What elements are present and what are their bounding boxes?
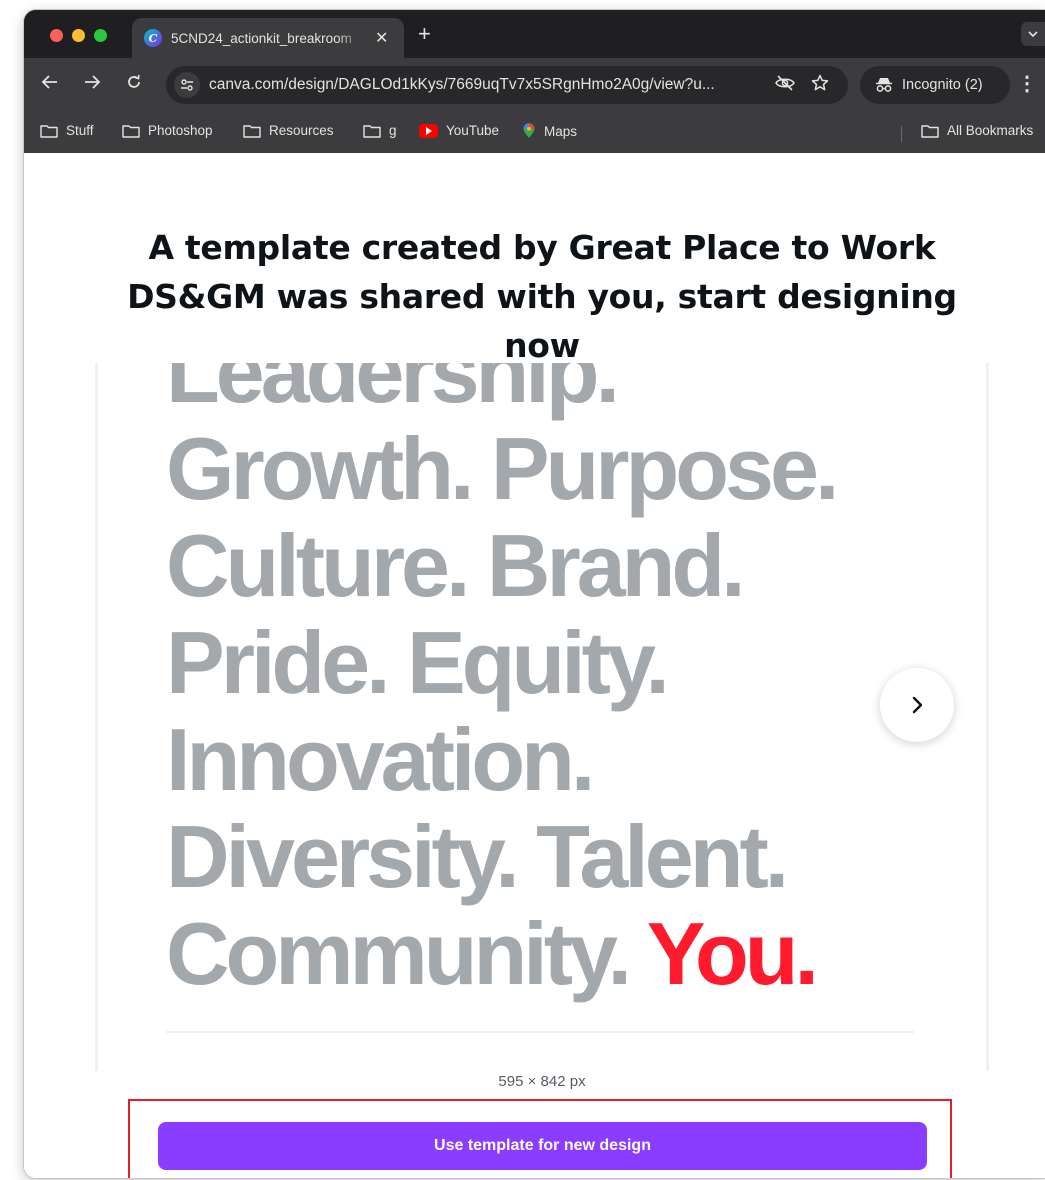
tab-close-icon[interactable]: ✕ [375,28,388,48]
maps-pin-icon [523,123,535,138]
next-page-button[interactable] [880,668,954,742]
new-tab-button[interactable]: + [418,23,431,45]
bookmark-maps[interactable]: Maps [522,123,577,139]
incognito-icon [876,78,892,92]
site-info-button[interactable] [174,72,200,98]
folder-icon [122,124,140,138]
tab-title: 5CND24_actionkit_breakroom [171,30,352,46]
bookmark-label: g [389,123,397,138]
bookmark-label: Photoshop [148,123,213,138]
poster-line: Diversity. Talent. [166,807,789,906]
kebab-menu-icon[interactable]: ⋮ [1017,74,1037,94]
bookmark-resources[interactable]: Resources [243,123,334,138]
address-bar[interactable]: canva.com/design/DAGLOd1kKys/7669uqTv7x5… [166,66,848,104]
tune-icon [181,79,193,91]
folder-icon [243,124,261,138]
poster-line: Pride. Equity. [166,613,670,712]
minimize-window-button[interactable] [72,29,85,42]
star-icon[interactable] [811,74,829,97]
bookmarks-bar: Stuff Photoshop Resources g YouTube Maps [24,114,1045,153]
use-template-button[interactable]: Use template for new design [158,1122,927,1170]
poster-divider [166,1031,914,1033]
back-button[interactable] [38,74,62,96]
arrow-right-icon [85,75,101,89]
browser-window: C 5CND24_actionkit_breakroom ✕ + canva.c… [24,10,1045,1178]
tab-search-button[interactable] [1021,22,1045,46]
reload-icon [128,74,140,88]
poster-accent-text: You. [646,904,819,1003]
page-content: A template created by Great Place to Wor… [24,153,1045,1178]
poster-line-prefix: Community. [166,904,647,1003]
eye-off-icon[interactable] [775,74,795,96]
bookmark-label: YouTube [446,123,500,138]
poster-line-last: Community. You. [166,905,926,1002]
url-text[interactable]: canva.com/design/DAGLOd1kKys/7669uqTv7x5… [209,76,759,94]
poster-line: Culture. Brand. [166,516,746,615]
chevron-right-icon [912,696,923,714]
folder-icon [40,124,58,138]
bookmark-youtube[interactable]: YouTube [419,123,499,138]
incognito-label: Incognito (2) [902,77,983,93]
bookmark-photoshop[interactable]: Photoshop [122,123,213,138]
poster-line: Innovation. [166,710,595,809]
dimensions-label: 595 × 842 px [498,1073,586,1090]
poster-line: Leadership. [166,363,620,421]
all-bookmarks-label: All Bookmarks [947,123,1034,138]
bookmark-stuff[interactable]: Stuff [40,123,94,138]
toolbar: canva.com/design/DAGLOd1kKys/7669uqTv7x5… [24,58,1045,114]
template-preview[interactable]: Leadership. Growth. Purpose. Culture. Br… [98,363,986,1071]
bookmark-label: Stuff [66,123,94,138]
tab-active[interactable]: C 5CND24_actionkit_breakroom ✕ [132,18,404,58]
page-title: A template created by Great Place to Wor… [127,228,957,365]
maximize-window-button[interactable] [94,29,107,42]
all-bookmarks-button[interactable]: All Bookmarks [921,123,1033,138]
forward-button[interactable] [80,74,104,96]
reload-button[interactable] [122,74,146,96]
poster-text: Leadership. Growth. Purpose. Culture. Br… [166,363,926,1002]
poster-line: Growth. Purpose. [166,419,839,518]
bookmark-label: Maps [544,123,578,139]
browser-chrome: C 5CND24_actionkit_breakroom ✕ + canva.c… [24,10,1045,153]
close-window-button[interactable] [50,29,63,42]
bookmark-g[interactable]: g [363,123,397,138]
incognito-button[interactable]: Incognito (2) [860,66,1010,104]
youtube-icon [419,123,438,138]
bookmark-label: Resources [269,123,334,138]
bookmarks-divider [901,126,902,142]
chevron-down-icon [1028,31,1038,37]
tab-strip: C 5CND24_actionkit_breakroom ✕ + [24,10,1045,58]
arrow-left-icon [41,75,57,89]
folder-icon [921,124,939,138]
folder-icon [363,124,381,138]
canva-favicon-icon: C [144,29,162,47]
